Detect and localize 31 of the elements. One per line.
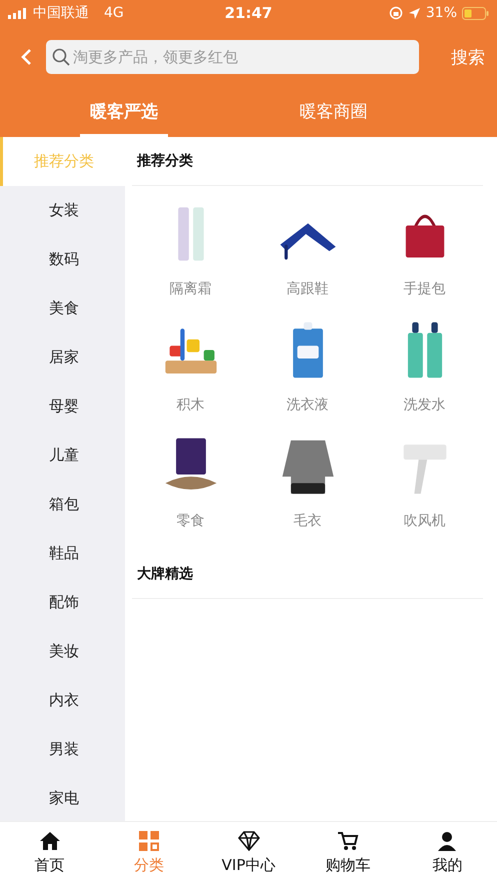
section-title: 推荐分类 xyxy=(132,137,483,186)
nav-tab[interactable]: 我的 xyxy=(398,822,497,883)
search-field[interactable]: 淘更多产品，领更多红包 xyxy=(46,40,419,74)
product-label[interactable]: 隔离霜 xyxy=(170,280,212,298)
rotation-lock-icon xyxy=(388,6,403,20)
signal-icon xyxy=(8,8,28,18)
product-label[interactable]: 毛衣 xyxy=(294,512,322,530)
diamond-icon xyxy=(238,830,260,850)
nav-tab[interactable]: 购物车 xyxy=(298,822,398,883)
network-type: 4G xyxy=(104,5,124,21)
product-label[interactable]: 洗发水 xyxy=(404,396,446,414)
search-icon xyxy=(52,48,70,66)
battery-percent: 31% xyxy=(426,5,457,21)
product-label[interactable]: 洗衣液 xyxy=(286,396,328,414)
grid-icon xyxy=(139,830,160,850)
carrier-name: 中国联通 xyxy=(33,4,89,22)
section-title: 大牌精选 xyxy=(132,550,483,599)
nav-tab[interactable]: 首页 xyxy=(0,822,100,883)
back-icon[interactable] xyxy=(20,48,32,66)
product-label[interactable]: 积木 xyxy=(176,396,204,414)
product-label[interactable]: 手提包 xyxy=(404,280,446,298)
person-icon xyxy=(437,830,458,850)
clock: 21:47 xyxy=(224,4,272,22)
battery-icon xyxy=(462,6,489,20)
nav-tab[interactable]: VIP中心 xyxy=(198,822,298,883)
product-label[interactable]: 零食 xyxy=(176,512,204,530)
location-icon xyxy=(408,6,421,20)
cart-icon xyxy=(336,830,359,850)
home-icon xyxy=(38,830,61,850)
product-label[interactable]: 高跟鞋 xyxy=(286,280,328,298)
product-label[interactable]: 吹风机 xyxy=(404,512,446,530)
